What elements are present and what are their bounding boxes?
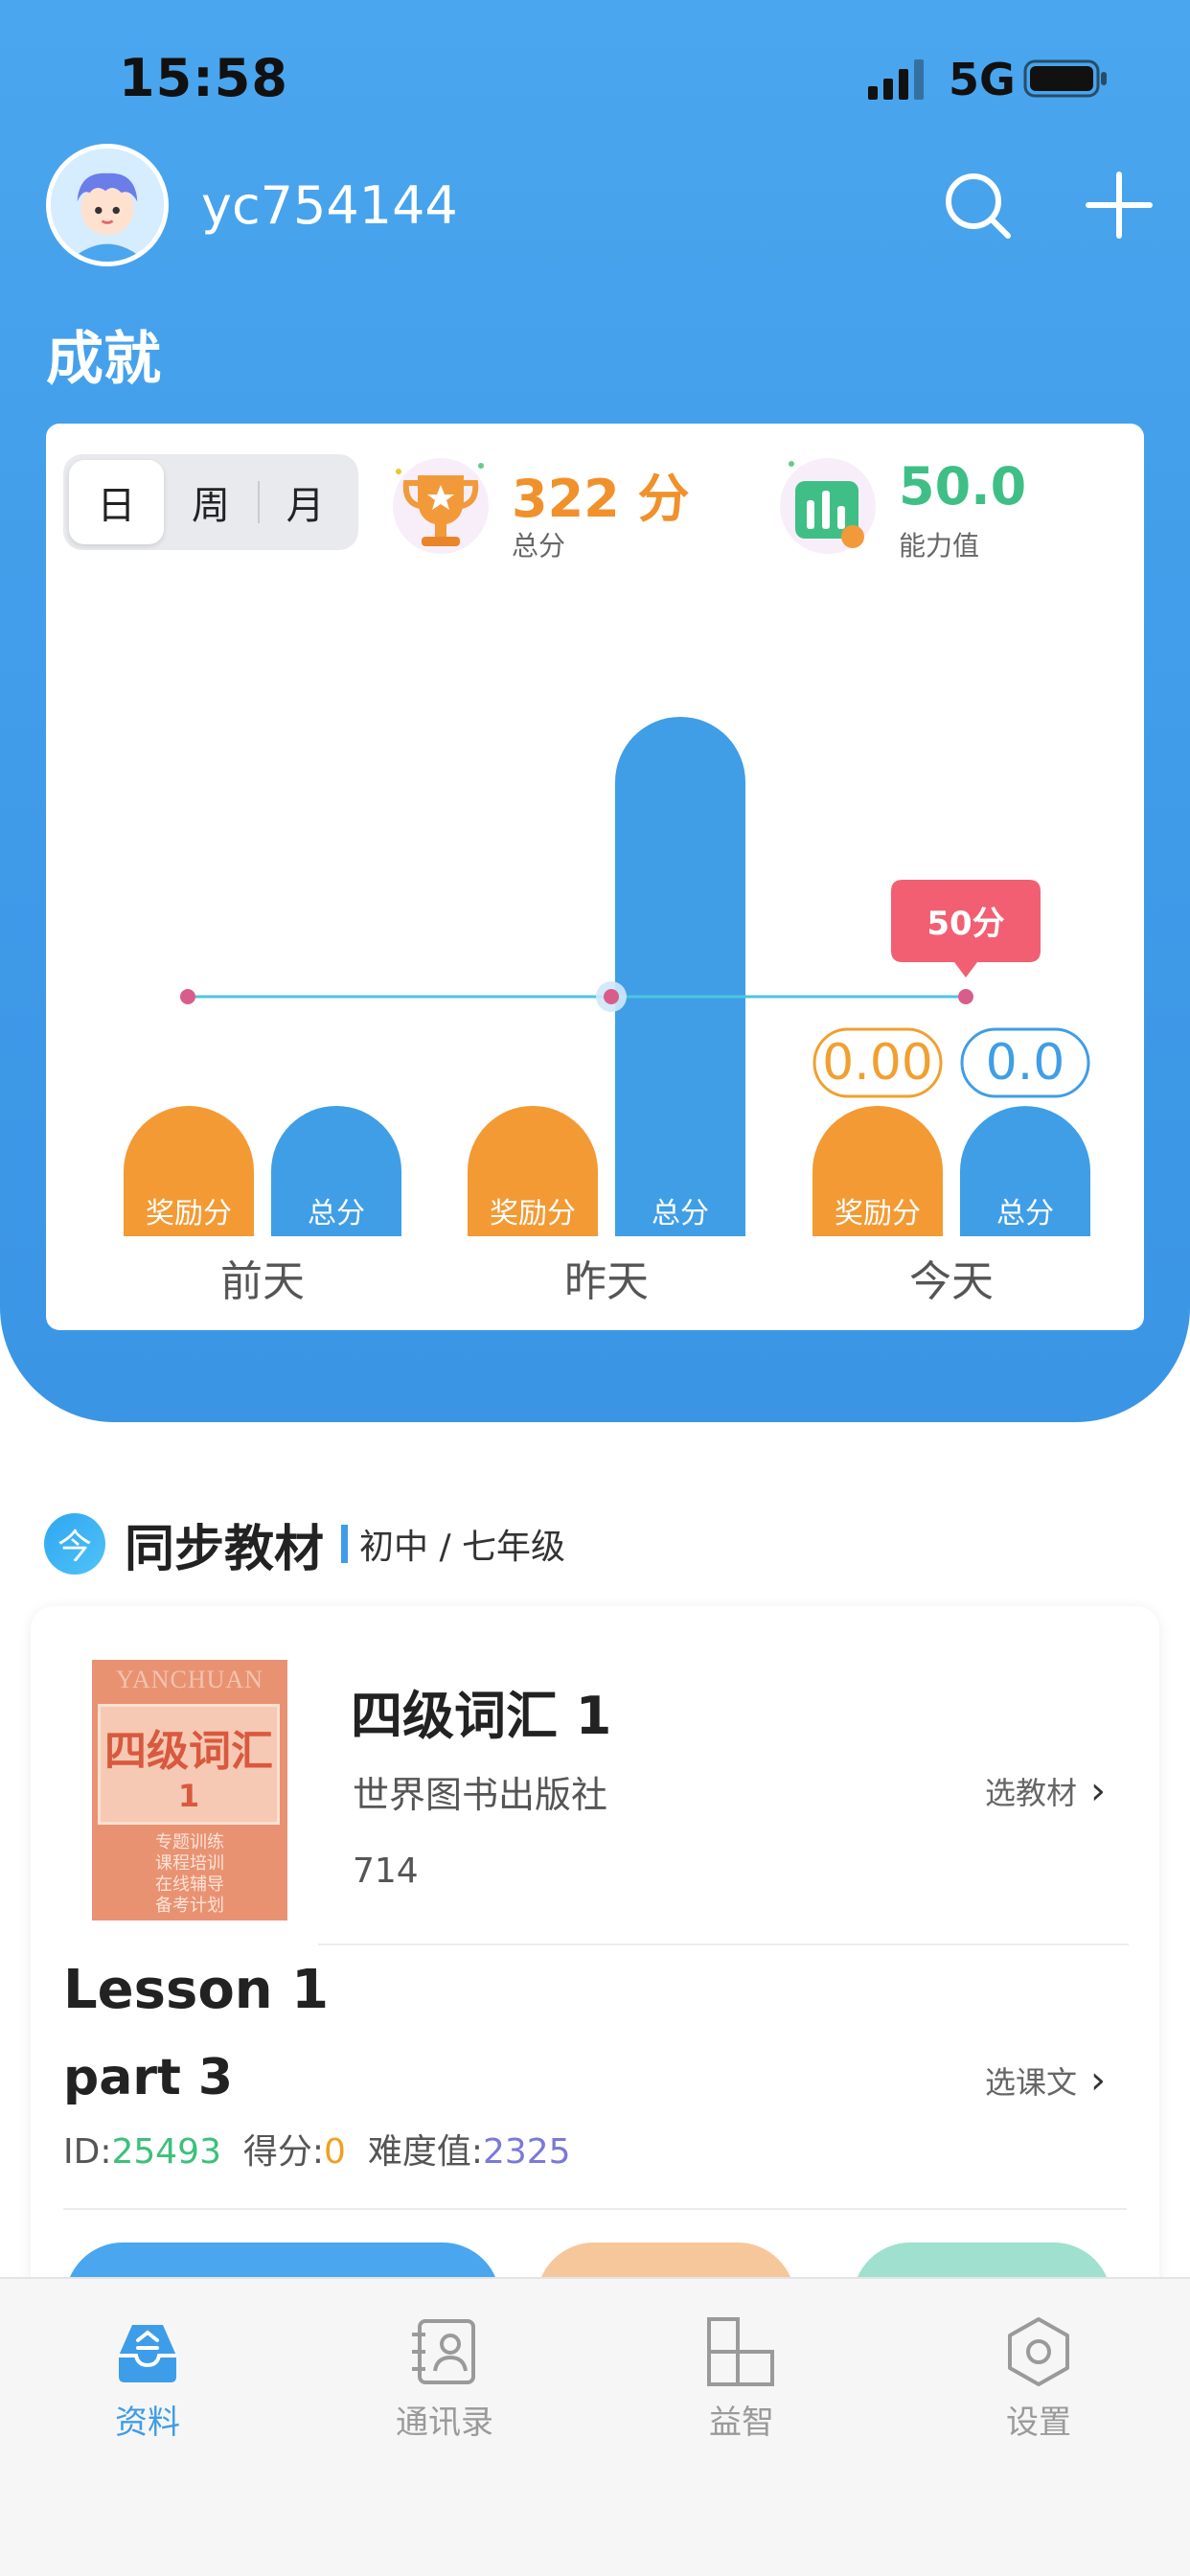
network-type: 5G xyxy=(949,54,1016,105)
cover-line: 在线辅导 xyxy=(155,1874,224,1895)
line-point xyxy=(958,989,973,1004)
title-divider xyxy=(341,1525,349,1563)
difficulty-label: 难度值: xyxy=(367,2132,483,2172)
bar-label: 总分 xyxy=(996,1197,1054,1230)
today-bonus-value: 0.00 xyxy=(822,1034,933,1092)
chevron-right-icon: › xyxy=(1090,2058,1107,2103)
select-textbook-label: 选教材 xyxy=(985,1775,1078,1811)
search-icon[interactable] xyxy=(937,165,1018,245)
tab-puzzle[interactable]: 益智 xyxy=(646,2313,837,2443)
book-publisher: 世界图书出版社 xyxy=(353,1774,608,1816)
bar-label: 总分 xyxy=(308,1197,365,1230)
tab-label: 设置 xyxy=(1006,2404,1071,2442)
score-label: 得分: xyxy=(242,2132,325,2172)
username: yc754144 xyxy=(201,174,458,236)
puzzle-icon xyxy=(707,2317,774,2386)
add-icon[interactable] xyxy=(1079,165,1159,245)
score-value: 0 xyxy=(324,2132,346,2172)
profile[interactable]: yc754144 xyxy=(46,144,458,266)
cover-title-box: 四级词汇 1 xyxy=(98,1704,280,1825)
bottom-tab-bar: 资料 通讯录 益智 设置 xyxy=(0,2277,1190,2576)
book-word-count: 714 xyxy=(353,1852,419,1891)
grade-label[interactable]: 初中 / 七年级 xyxy=(359,1519,565,1569)
settings-icon xyxy=(1008,2317,1069,2386)
points-chart: 奖励分 总分前天奖励分 总分昨天奖励分 总分今天50分0.00 0.0 xyxy=(124,717,1090,1306)
avatar-icon xyxy=(51,149,164,262)
category-label: 今天 xyxy=(909,1257,994,1306)
cover-brand: YANCHUAN xyxy=(116,1666,263,1693)
sync-textbook-header: 今 同步教材 初中 / 七年级 xyxy=(44,1510,565,1578)
avatar[interactable] xyxy=(46,144,169,266)
tab-label: 益智 xyxy=(709,2404,774,2442)
tab-materials[interactable]: 资料 xyxy=(52,2313,243,2443)
difficulty-value: 2325 xyxy=(482,2132,571,2172)
textbook-card: YANCHUAN 四级词汇 1 专题训练 课程培训 在线辅导 备考计划 四级词汇… xyxy=(31,1606,1159,2334)
bar-label: 总分 xyxy=(652,1197,709,1230)
status-bar: 15:58 5G xyxy=(0,0,1190,153)
line-point xyxy=(180,989,195,1004)
book-cover[interactable]: YANCHUAN 四级词汇 1 专题训练 课程培训 在线辅导 备考计划 xyxy=(92,1660,287,1920)
today-total-value: 0.0 xyxy=(986,1034,1065,1092)
cover-line: 课程培训 xyxy=(155,1853,224,1874)
cover-line: 备考计划 xyxy=(155,1896,224,1916)
today-icon: 今 xyxy=(44,1513,105,1575)
tab-contacts[interactable]: 通讯录 xyxy=(349,2313,540,2443)
bar-total xyxy=(615,717,745,1236)
tooltip-text: 50分 xyxy=(927,905,1004,943)
sync-title: 同步教材 xyxy=(125,1520,325,1578)
cover-number: 1 xyxy=(177,1778,200,1814)
category-label: 昨天 xyxy=(564,1257,649,1306)
cover-line: 专题训练 xyxy=(155,1832,224,1852)
lesson-part: part 3 xyxy=(63,2049,234,2106)
select-textbook-link[interactable]: 选教材 › xyxy=(985,1769,1106,1813)
category-label: 前天 xyxy=(220,1257,305,1306)
id-value: 25493 xyxy=(111,2132,221,2172)
cover-lines: 专题训练 课程培训 在线辅导 备考计划 xyxy=(92,1832,287,1917)
bar-label: 奖励分 xyxy=(835,1197,921,1230)
line-point xyxy=(604,989,619,1004)
select-lesson-label: 选课文 xyxy=(985,2064,1078,2101)
divider xyxy=(318,1944,1129,1945)
tab-label: 通讯录 xyxy=(396,2404,493,2442)
cover-title: 四级词汇 xyxy=(104,1727,273,1776)
bar-label: 奖励分 xyxy=(490,1197,576,1230)
tab-label: 资料 xyxy=(115,2404,180,2442)
book-title: 四级词汇 1 xyxy=(351,1686,612,1746)
tab-settings[interactable]: 设置 xyxy=(943,2313,1134,2443)
id-label: ID: xyxy=(63,2132,112,2172)
battery-icon xyxy=(1023,59,1107,98)
signal-icon xyxy=(868,59,924,100)
achievement-title: 成就 xyxy=(46,326,161,393)
inbox-icon xyxy=(119,2325,176,2382)
lesson-title: Lesson 1 xyxy=(63,1959,330,2021)
lesson-meta: ID:25493 得分:0 难度值:2325 xyxy=(63,2124,571,2174)
divider xyxy=(63,2208,1127,2210)
bar-label: 奖励分 xyxy=(146,1197,232,1230)
status-time: 15:58 xyxy=(119,48,288,108)
achievement-card: 日 周 月 322 分 总分 50.0 能力值 奖励分 总分 前天 奖励分 总分… xyxy=(46,424,1144,1330)
select-lesson-link[interactable]: 选课文 › xyxy=(985,2058,1106,2103)
contacts-icon xyxy=(412,2319,475,2384)
chevron-right-icon: › xyxy=(1090,1769,1107,1813)
